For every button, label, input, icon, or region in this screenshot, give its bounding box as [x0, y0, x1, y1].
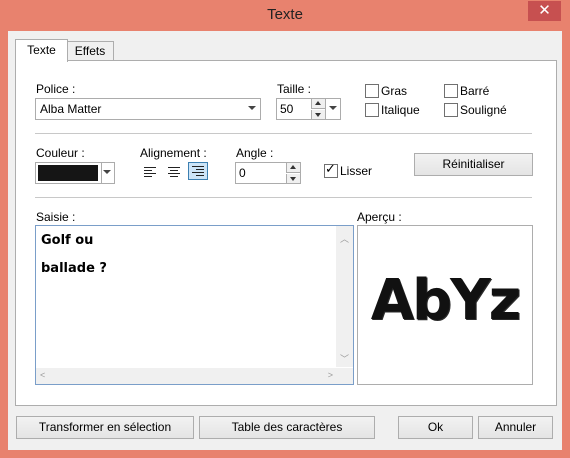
arrow-down-icon	[315, 113, 321, 117]
ok-button[interactable]: Ok	[398, 416, 473, 439]
angle-spin-up[interactable]	[286, 163, 300, 173]
size-spin-down[interactable]	[311, 110, 325, 119]
color-divider	[101, 163, 102, 183]
chevron-down-icon	[248, 106, 256, 110]
font-value: Alba Matter	[40, 102, 102, 116]
color-swatch	[38, 165, 98, 181]
scroll-up-icon[interactable]: ︿	[340, 232, 349, 245]
angle-label: Angle :	[236, 146, 274, 160]
strike-label: Barré	[460, 84, 490, 98]
align-left-button[interactable]	[140, 163, 160, 181]
bold-label: Gras	[381, 84, 408, 98]
arrow-down-icon	[290, 177, 296, 181]
close-icon: ✕	[538, 2, 551, 19]
align-right-button[interactable]	[188, 162, 208, 180]
color-picker[interactable]	[35, 162, 115, 184]
size-value: 50	[280, 102, 294, 116]
italic-checkbox[interactable]	[365, 103, 379, 117]
font-select[interactable]: Alba Matter	[35, 98, 261, 120]
font-label: Police :	[36, 82, 76, 96]
align-left-icon	[144, 167, 156, 177]
angle-input[interactable]: 0	[235, 162, 301, 184]
divider-bottom	[35, 197, 532, 198]
angle-value: 0	[239, 166, 246, 180]
alignment-label: Alignement :	[140, 146, 207, 160]
close-button[interactable]: ✕	[528, 1, 561, 21]
smooth-checkbox[interactable]	[324, 162, 338, 178]
divider-top	[35, 133, 532, 134]
color-label: Couleur :	[36, 146, 85, 160]
text-dialog: Texte ✕ Texte Effets Police : Alba Matte…	[0, 0, 570, 458]
angle-spin-down[interactable]	[286, 174, 300, 183]
arrow-up-icon	[315, 101, 321, 105]
reset-button[interactable]: Réinitialiser	[414, 153, 533, 176]
arrow-up-icon	[290, 165, 296, 169]
preview-box: AbYz	[357, 225, 533, 385]
size-input[interactable]: 50	[276, 98, 326, 120]
char-table-button[interactable]: Table des caractères	[199, 416, 375, 439]
underline-checkbox[interactable]	[444, 103, 458, 117]
size-label: Taille :	[277, 82, 312, 96]
tab-effets-label: Effets	[74, 44, 106, 58]
smooth-label: Lisser	[340, 164, 373, 178]
preview-label: Aperçu :	[357, 210, 402, 224]
window-title: Texte	[267, 6, 303, 23]
tab-texte[interactable]: Texte	[15, 39, 68, 62]
bold-checkbox[interactable]	[365, 84, 379, 98]
text-input-area[interactable]: Golf ou ballade ? ︿ ﹀ < >	[35, 225, 354, 385]
align-right-icon	[192, 166, 204, 176]
chevron-down-icon	[103, 170, 111, 174]
strike-checkbox[interactable]	[444, 84, 458, 98]
scroll-down-icon[interactable]: ﹀	[340, 352, 349, 365]
italic-label: Italique	[381, 103, 420, 117]
size-spin-up[interactable]	[311, 99, 325, 109]
preview-text: AbYz	[370, 268, 522, 333]
tab-texte-label: Texte	[27, 43, 56, 57]
to-selection-button[interactable]: Transformer en sélection	[16, 416, 194, 439]
underline-label: Souligné	[460, 103, 507, 117]
chevron-down-icon	[329, 106, 337, 110]
size-dropdown[interactable]	[325, 98, 341, 120]
vertical-scrollbar[interactable]: ︿ ﹀	[336, 226, 353, 367]
align-center-button[interactable]	[164, 163, 184, 181]
input-line-2: ballade ?	[41, 261, 107, 276]
horizontal-scrollbar[interactable]: < >	[36, 368, 353, 384]
scroll-right-icon[interactable]: >	[328, 370, 333, 380]
input-label: Saisie :	[36, 210, 76, 224]
title-bar[interactable]: Texte ✕	[0, 0, 570, 30]
input-line-1: Golf ou	[41, 233, 94, 248]
scroll-left-icon[interactable]: <	[40, 370, 45, 380]
align-center-icon	[168, 167, 180, 177]
cancel-button[interactable]: Annuler	[478, 416, 553, 439]
tab-effets[interactable]: Effets	[66, 41, 114, 61]
